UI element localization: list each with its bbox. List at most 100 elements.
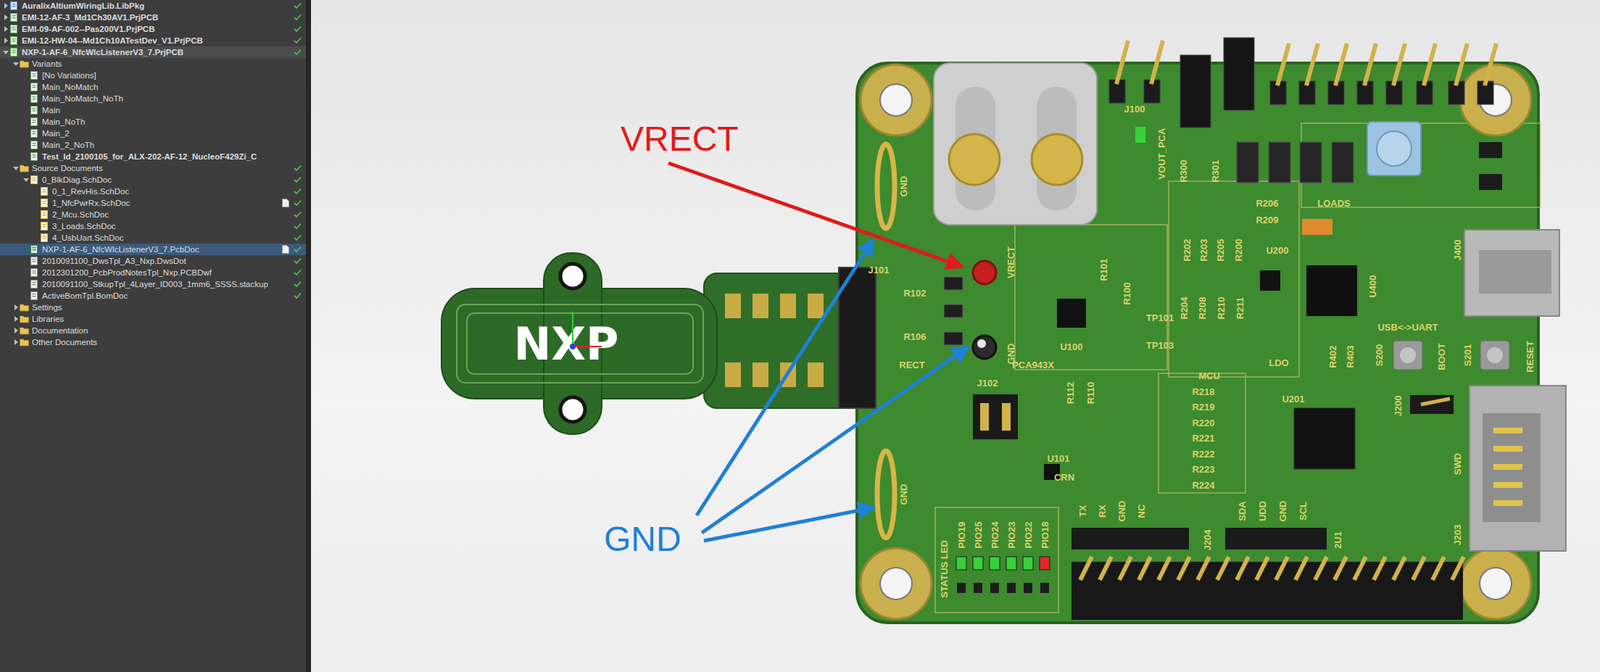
row-status bbox=[278, 245, 302, 254]
led-label: PIO18 bbox=[1039, 521, 1051, 549]
check-icon bbox=[293, 25, 302, 33]
tree-row[interactable]: 4_UsbUart.SchDoc bbox=[0, 231, 306, 244]
tree-row[interactable]: AuralixAltiumWiringLib.LibPkg bbox=[0, 0, 306, 12]
tree-row[interactable]: Main_2 bbox=[0, 127, 306, 140]
tree-row[interactable]: 2010091100_StkupTpl_4Layer_ID003_1mm6_SS… bbox=[0, 278, 306, 290]
caret-down-icon[interactable] bbox=[2, 49, 9, 56]
schematic-icon bbox=[39, 187, 50, 196]
tree-row[interactable]: 2012301200_PcbProdNotesTpl_Nxp.PCBDwf bbox=[0, 266, 306, 279]
pcb-render[interactable]: NXPPIO19PIO25PIO24PIO23PIO22PIO18TXRXGND… bbox=[311, 0, 1600, 672]
tree-row[interactable]: 2_Mcu.SchDoc bbox=[0, 208, 306, 221]
expand-arrow[interactable] bbox=[12, 327, 20, 334]
tree-row[interactable]: 0_BlkDiag.SchDoc bbox=[0, 173, 306, 186]
row-icon bbox=[19, 59, 30, 69]
check-icon bbox=[293, 257, 302, 265]
silkscreen-label: MCU bbox=[1198, 370, 1221, 382]
caret-right-icon[interactable] bbox=[2, 2, 9, 9]
caret-right-icon[interactable] bbox=[2, 26, 9, 32]
tree-row[interactable]: Documentation bbox=[0, 324, 306, 337]
check-icon bbox=[293, 13, 302, 22]
check-icon bbox=[293, 199, 302, 207]
variant-icon bbox=[29, 129, 40, 138]
tree-row[interactable]: Main_2_NoTh bbox=[0, 139, 306, 151]
expand-arrow[interactable] bbox=[2, 26, 10, 32]
silkscreen-label: U400 bbox=[1367, 274, 1379, 298]
row-label: Main_2_NoTh bbox=[42, 140, 279, 150]
bottom-headers bbox=[1071, 527, 1464, 620]
tree-row[interactable]: Main_NoMatch bbox=[0, 81, 306, 93]
tree-row[interactable]: NXP-1-AF-6_NfcWlcListenerV3_7.PrjPCB bbox=[0, 46, 306, 58]
uart-pin-label: TX bbox=[1077, 504, 1089, 517]
tree-row[interactable]: 0_1_RevHis.SchDoc bbox=[0, 185, 306, 198]
row-label: [No Variations] bbox=[42, 71, 279, 80]
tree-row[interactable]: EMI-12-HW-04--Md1Ch10ATestDev_V1.PrjPCB bbox=[0, 34, 306, 47]
tree-row[interactable]: EMI-12-AF-3_Md1Ch30AV1.PrjPCB bbox=[0, 11, 306, 24]
caret-right-icon[interactable] bbox=[2, 14, 9, 21]
caret-right-icon[interactable] bbox=[2, 37, 9, 44]
tree-row[interactable]: Test_Id_2100105_for_ALX-202-AF-12_Nucleo… bbox=[0, 150, 306, 163]
row-label: 1_NfcPwrRx.SchDoc bbox=[52, 198, 279, 208]
tree-row[interactable]: Main_NoTh bbox=[0, 115, 306, 128]
tree-row[interactable]: Other Documents bbox=[0, 336, 306, 348]
header-pin bbox=[1448, 43, 1468, 105]
row-status bbox=[278, 152, 302, 161]
caret-right-icon[interactable] bbox=[13, 327, 19, 334]
expand-arrow[interactable] bbox=[2, 37, 10, 44]
row-status bbox=[278, 129, 302, 138]
uart-pin-label: NC bbox=[1136, 503, 1147, 518]
row-label: Main bbox=[42, 105, 279, 115]
silkscreen-label: R112 bbox=[1064, 382, 1076, 404]
tree-row[interactable]: Settings bbox=[0, 301, 306, 314]
pcb-3d-view[interactable]: NXPPIO19PIO25PIO24PIO23PIO22PIO18TXRXGND… bbox=[311, 0, 1600, 672]
schematic-icon bbox=[39, 210, 50, 219]
push-button bbox=[1480, 340, 1510, 370]
row-label: 0_BlkDiag.SchDoc bbox=[42, 175, 279, 185]
tree-row[interactable]: NXP-1-AF-6_NfcWlcListenerV3_7.PcbDoc bbox=[0, 243, 306, 256]
tree-row[interactable]: Variants bbox=[0, 57, 306, 70]
tree-row[interactable]: [No Variations] bbox=[0, 69, 306, 82]
silkscreen-label: R101 bbox=[1098, 258, 1110, 281]
row-icon bbox=[19, 314, 30, 324]
expand-arrow[interactable] bbox=[2, 14, 10, 21]
pin-header bbox=[1386, 43, 1436, 105]
row-label: Main_NoMatch bbox=[42, 82, 279, 92]
tree-row[interactable]: EMI-09-AF-002--Pas200V1.PrjPCB bbox=[0, 23, 306, 35]
caret-down-icon[interactable] bbox=[13, 60, 19, 67]
header-pin bbox=[1477, 43, 1497, 105]
caret-down-icon[interactable] bbox=[13, 165, 19, 172]
led-label: PIO22 bbox=[1022, 521, 1034, 549]
tree-row[interactable]: 2010091100_DwsTpl_A3_Nxp.DwsDot bbox=[0, 255, 306, 267]
tree-row[interactable]: 1_NfcPwrRx.SchDoc bbox=[0, 197, 306, 209]
modified-status bbox=[281, 245, 290, 254]
silkscreen-label: TP101 bbox=[1146, 312, 1174, 324]
row-icon bbox=[39, 210, 51, 219]
modified-status bbox=[281, 291, 290, 301]
expand-arrow[interactable] bbox=[12, 304, 20, 311]
caret-down-icon[interactable] bbox=[23, 176, 29, 183]
modified-status bbox=[281, 268, 290, 277]
tree-row[interactable]: 3_Loads.SchDoc bbox=[0, 220, 306, 232]
caret-right-icon[interactable] bbox=[13, 316, 19, 322]
expand-arrow[interactable] bbox=[12, 60, 20, 67]
tree-row[interactable]: Main bbox=[0, 104, 306, 116]
saved-status bbox=[292, 71, 302, 80]
row-icon bbox=[9, 13, 20, 22]
row-label: 2010091100_StkupTpl_4Layer_ID003_1mm6_SS… bbox=[42, 279, 279, 289]
row-label: EMI-12-HW-04--Md1Ch10ATestDev_V1.PrjPCB bbox=[21, 36, 279, 45]
expand-arrow[interactable] bbox=[22, 176, 30, 183]
expand-arrow[interactable] bbox=[12, 316, 20, 322]
expand-arrow[interactable] bbox=[12, 165, 20, 172]
tree-row[interactable]: Main_NoMatch_NoTh bbox=[0, 92, 306, 105]
expand-arrow[interactable] bbox=[12, 339, 20, 346]
header-pin bbox=[1357, 43, 1376, 105]
tree-row[interactable]: ActiveBomTpl.BomDoc bbox=[0, 289, 306, 302]
expand-arrow[interactable] bbox=[2, 2, 10, 9]
tree-row[interactable]: Source Documents bbox=[0, 162, 306, 174]
caret-right-icon[interactable] bbox=[13, 339, 19, 346]
tree-row[interactable]: Libraries bbox=[0, 313, 306, 325]
folder-icon bbox=[19, 314, 29, 324]
caret-right-icon[interactable] bbox=[13, 304, 19, 311]
saved-status bbox=[292, 24, 302, 34]
silkscreen-label: U200 bbox=[1265, 245, 1289, 256]
expand-arrow[interactable] bbox=[2, 49, 10, 56]
